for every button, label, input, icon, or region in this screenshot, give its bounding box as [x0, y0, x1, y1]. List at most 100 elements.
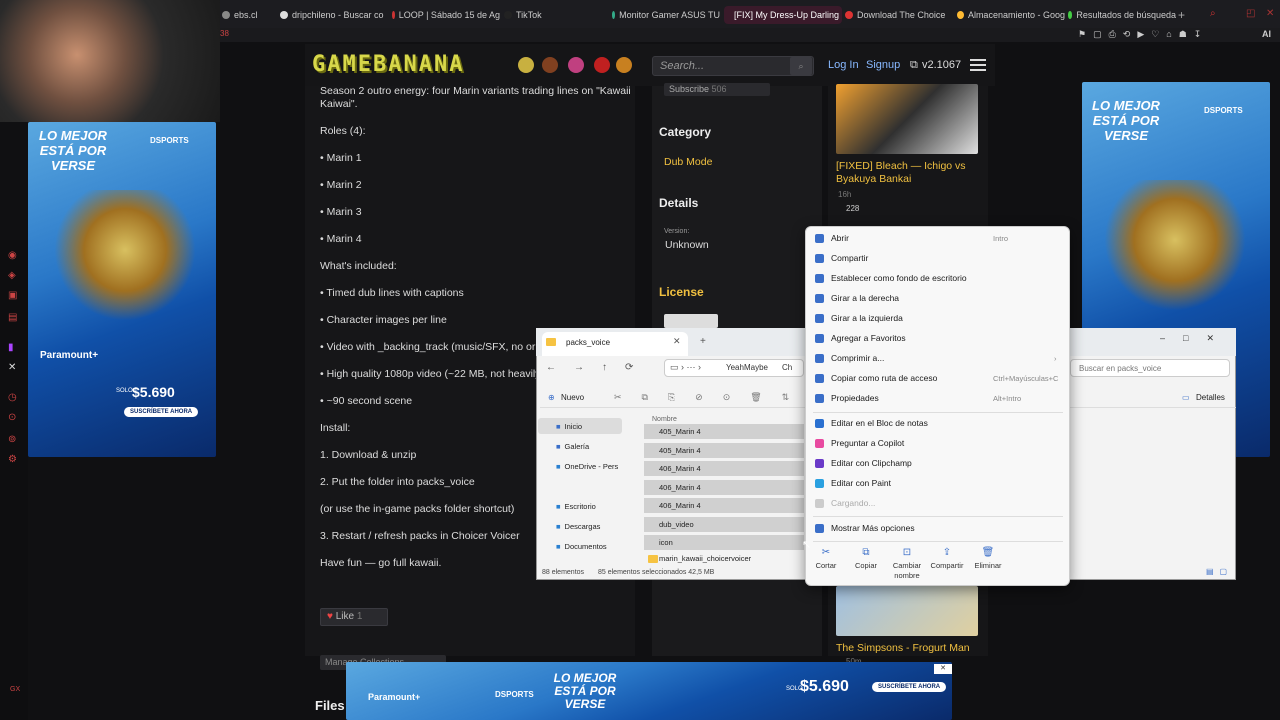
file-row-2[interactable]: 406_Marin 4 — [644, 461, 804, 476]
browser-tab-1[interactable]: dripchileno - Buscar co — [280, 6, 388, 24]
sidebar-icon-1[interactable]: ◉ — [8, 250, 20, 262]
browser-tab-2[interactable]: LOOP | Sábado 15 de Ag — [392, 6, 500, 24]
details-pane-icon[interactable]: ▭ — [1182, 393, 1190, 402]
new-tab-icon[interactable]: + — [1178, 8, 1185, 22]
signup-link[interactable]: Signup — [866, 59, 900, 71]
explorer-search-input[interactable]: Buscar en packs_voice — [1070, 359, 1230, 377]
breadcrumb[interactable]: YeahMaybe — [726, 363, 768, 372]
ctx-item-9[interactable]: Editar en el Bloc de notas — [831, 418, 928, 428]
ctx-item-2[interactable]: Establecer como fondo de escritorio — [831, 273, 967, 283]
category-link[interactable]: Dub Mode — [664, 156, 712, 168]
trophy-icon[interactable] — [616, 57, 632, 73]
breadcrumb-next[interactable]: Ch — [782, 363, 792, 372]
ctx-item-6[interactable]: Comprimir a... — [831, 353, 884, 363]
details-button[interactable]: Detalles — [1196, 393, 1225, 402]
banana-icon[interactable] — [518, 57, 534, 73]
explorer-tab[interactable]: packs_voice — [542, 332, 688, 356]
file-row-0[interactable]: 405_Marin 4 — [644, 424, 804, 439]
new-tab-plus-icon[interactable]: + — [700, 336, 706, 347]
ai-button[interactable]: AI — [1262, 29, 1271, 39]
nav-item-icon: ■ — [556, 422, 561, 431]
version-label[interactable]: v2.1067 — [922, 59, 961, 71]
hamburger-menu-icon[interactable] — [970, 56, 986, 72]
ctx-item-1[interactable]: Compartir — [831, 253, 868, 263]
bleach-thumbnail[interactable] — [836, 84, 978, 154]
bottom-ad-sports: DSPORTS — [495, 690, 534, 699]
search-tabs-icon[interactable]: ⌕ — [1210, 8, 1216, 19]
left-ad-cta[interactable]: SUSCRÍBETE AHORA — [124, 407, 199, 417]
browser-tab-6[interactable]: Download The Choice — [845, 6, 953, 24]
search-icon[interactable]: ⌕ — [790, 57, 812, 75]
subscribe-button[interactable]: Subscribe 506 — [664, 83, 770, 96]
ctx-item-14[interactable]: Mostrar Más opciones — [831, 523, 915, 533]
twitch-icon[interactable]: ▮ — [8, 342, 20, 354]
nav-item-1[interactable]: ■ Galería — [556, 442, 589, 451]
nav-item-0[interactable]: ■ Inicio — [556, 422, 582, 431]
ctx-action-3[interactable]: ⇪ Compartir — [927, 548, 967, 571]
creative-commons-icon[interactable] — [664, 314, 718, 328]
ctx-action-2[interactable]: ⊡ Cambiar nombre — [887, 548, 927, 581]
new-button[interactable]: Nuevo — [561, 393, 584, 402]
ctx-item-10[interactable]: Preguntar a Copilot — [831, 438, 904, 448]
ctx-item-4[interactable]: Girar a la izquierda — [831, 313, 903, 323]
file-row-4[interactable]: 406_Marin 4 — [644, 498, 804, 513]
close-tab-icon[interactable]: ✕ — [673, 336, 681, 347]
nav-arrows[interactable]: ←→↑⟳ — [546, 362, 651, 373]
nav-item-label: OneDrive - Pers — [564, 462, 619, 471]
downloads-icon[interactable]: ⊙ — [8, 412, 20, 424]
card1-title[interactable]: [FIXED] Bleach — Ichigo vs Byakuya Banka… — [836, 160, 986, 186]
file-row-3[interactable]: 406_Marin 4 — [644, 480, 804, 495]
nav-item-5[interactable]: ■ Documentos — [556, 542, 607, 551]
settings-icon[interactable]: ⚙ — [8, 454, 20, 466]
nav-item-2[interactable]: ■ OneDrive - Pers — [556, 462, 618, 471]
sidebar-icon-3[interactable]: ▣ — [8, 290, 20, 302]
login-link[interactable]: Log In — [828, 59, 859, 71]
browser-tab-5[interactable]: [FIX] My Dress-Up Darling — [724, 6, 842, 24]
restore-icon[interactable]: ◰ — [1246, 8, 1255, 19]
like-label: Like — [335, 611, 355, 622]
ad-close-icon[interactable]: ✕ — [934, 664, 952, 674]
like-button[interactable]: ♥ Like 1 — [320, 608, 388, 626]
file-row-6[interactable]: icon — [644, 535, 804, 550]
gamebanana-logo[interactable]: GAMEBANANA — [312, 52, 464, 77]
ctx-item-3[interactable]: Girar a la derecha — [831, 293, 899, 303]
file-row-1[interactable]: 405_Marin 4 — [644, 443, 804, 458]
sidebar-icon-2[interactable]: ◈ — [8, 270, 20, 282]
game-icon[interactable] — [542, 57, 558, 73]
ctx-item-12[interactable]: Editar con Paint — [831, 478, 891, 488]
ctx-item-11[interactable]: Editar con Clipchamp — [831, 458, 912, 468]
file-row-5[interactable]: dub_video — [644, 517, 804, 532]
nav-item-3[interactable]: ■ Escritorio — [556, 502, 596, 511]
sidebar-icon-4[interactable]: ▤ — [8, 312, 20, 324]
ctx-action-4[interactable]: 🗑 Eliminar — [968, 548, 1008, 571]
command-icons[interactable]: ✂⧉⎘⊘⊙🗑⇅ — [614, 392, 809, 403]
ctx-action-1[interactable]: ⧉ Copiar — [846, 548, 886, 571]
bottom-ad-cta[interactable]: SUSCRÍBETE AHORA — [872, 682, 947, 692]
view-toggle-icons[interactable]: ▤▢ — [1206, 567, 1233, 576]
new-plus-icon[interactable]: ⊕ — [548, 393, 555, 402]
nav-item-4[interactable]: ■ Descargas — [556, 522, 600, 531]
toolbar-icons[interactable]: ⚑▢⎙⟲▶♡⌂☗↧ — [1078, 29, 1208, 40]
ctx-action-0[interactable]: ✂ Cortar — [806, 548, 846, 571]
x-icon[interactable]: ✕ — [8, 362, 20, 374]
char-icon[interactable] — [568, 57, 584, 73]
extensions-icon[interactable]: ⊚ — [8, 434, 20, 446]
ctx-item-13[interactable]: Cargando... — [831, 498, 875, 508]
strawberry-icon[interactable] — [594, 57, 610, 73]
folder-row-name[interactable]: marin_kawaii_choicervoicer — [659, 554, 751, 563]
browser-tab-7[interactable]: Almacenamiento - Goog — [957, 6, 1065, 24]
browser-tab-4[interactable]: Monitor Gamer ASUS TU — [612, 6, 720, 24]
ctx-item-7[interactable]: Copiar como ruta de acceso — [831, 373, 937, 383]
window-controls[interactable]: –□✕ — [1160, 333, 1232, 344]
card2-title[interactable]: The Simpsons - Frogurt Man — [836, 642, 970, 655]
browser-tab-3[interactable]: TikTok — [504, 6, 612, 24]
column-header-name[interactable]: Nombre — [652, 416, 677, 423]
history-icon[interactable]: ◷ — [8, 392, 20, 404]
browser-tab-8[interactable]: Resultados de búsqueda — [1068, 6, 1176, 24]
simpsons-thumbnail[interactable] — [836, 586, 978, 636]
ctx-item-8[interactable]: Propiedades — [831, 393, 879, 403]
bottom-ad-banner[interactable] — [346, 662, 952, 720]
ctx-item-5[interactable]: Agregar a Favoritos — [831, 333, 906, 343]
ctx-item-0[interactable]: Abrir — [831, 233, 849, 243]
close-window-icon[interactable]: ✕ — [1266, 8, 1274, 19]
